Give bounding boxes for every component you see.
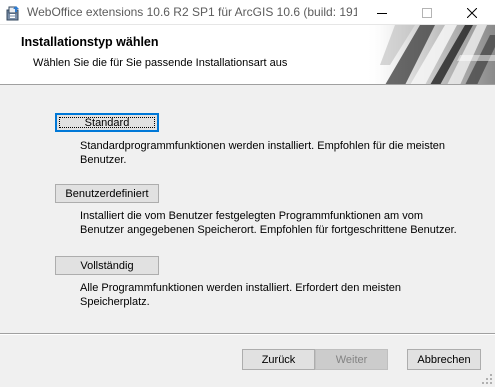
resize-grip-icon[interactable] xyxy=(481,373,493,385)
standard-button[interactable]: Standard xyxy=(55,113,159,132)
banner-graphic xyxy=(365,25,495,84)
close-icon xyxy=(466,7,477,18)
cancel-button[interactable]: Abbrechen xyxy=(407,349,481,370)
minimize-icon xyxy=(376,12,387,14)
standard-description: Standardprogrammfunktionen werden instal… xyxy=(80,140,446,166)
complete-button[interactable]: Vollständig xyxy=(55,256,159,275)
focus-rectangle xyxy=(59,117,155,128)
custom-button-label: Benutzerdefiniert xyxy=(65,187,149,200)
complete-button-label: Vollständig xyxy=(80,259,134,272)
page-subtitle: Wählen Sie die für Sie passende Installa… xyxy=(33,57,288,69)
footer-separator xyxy=(0,333,495,335)
page-title: Installationstyp wählen xyxy=(21,35,159,49)
maximize-icon xyxy=(421,7,432,18)
back-button[interactable]: Zurück xyxy=(242,349,315,370)
installer-window: WebOffice extensions 10.6 R2 SP1 für Arc… xyxy=(0,0,495,387)
custom-button[interactable]: Benutzerdefiniert xyxy=(55,184,159,203)
complete-description: Alle Programmfunktionen werden installie… xyxy=(80,282,401,308)
next-button[interactable]: Weiter xyxy=(315,349,388,370)
installer-icon xyxy=(6,6,19,21)
custom-description: Installiert die vom Benutzer festgelegte… xyxy=(80,210,457,236)
minimize-button[interactable] xyxy=(359,0,404,25)
window-title: WebOffice extensions 10.6 R2 SP1 für Arc… xyxy=(27,5,357,19)
maximize-button[interactable] xyxy=(404,0,449,25)
title-bar[interactable]: WebOffice extensions 10.6 R2 SP1 für Arc… xyxy=(0,0,495,25)
close-button[interactable] xyxy=(449,0,494,25)
wizard-header: Installationstyp wählen Wählen Sie die f… xyxy=(0,25,495,85)
